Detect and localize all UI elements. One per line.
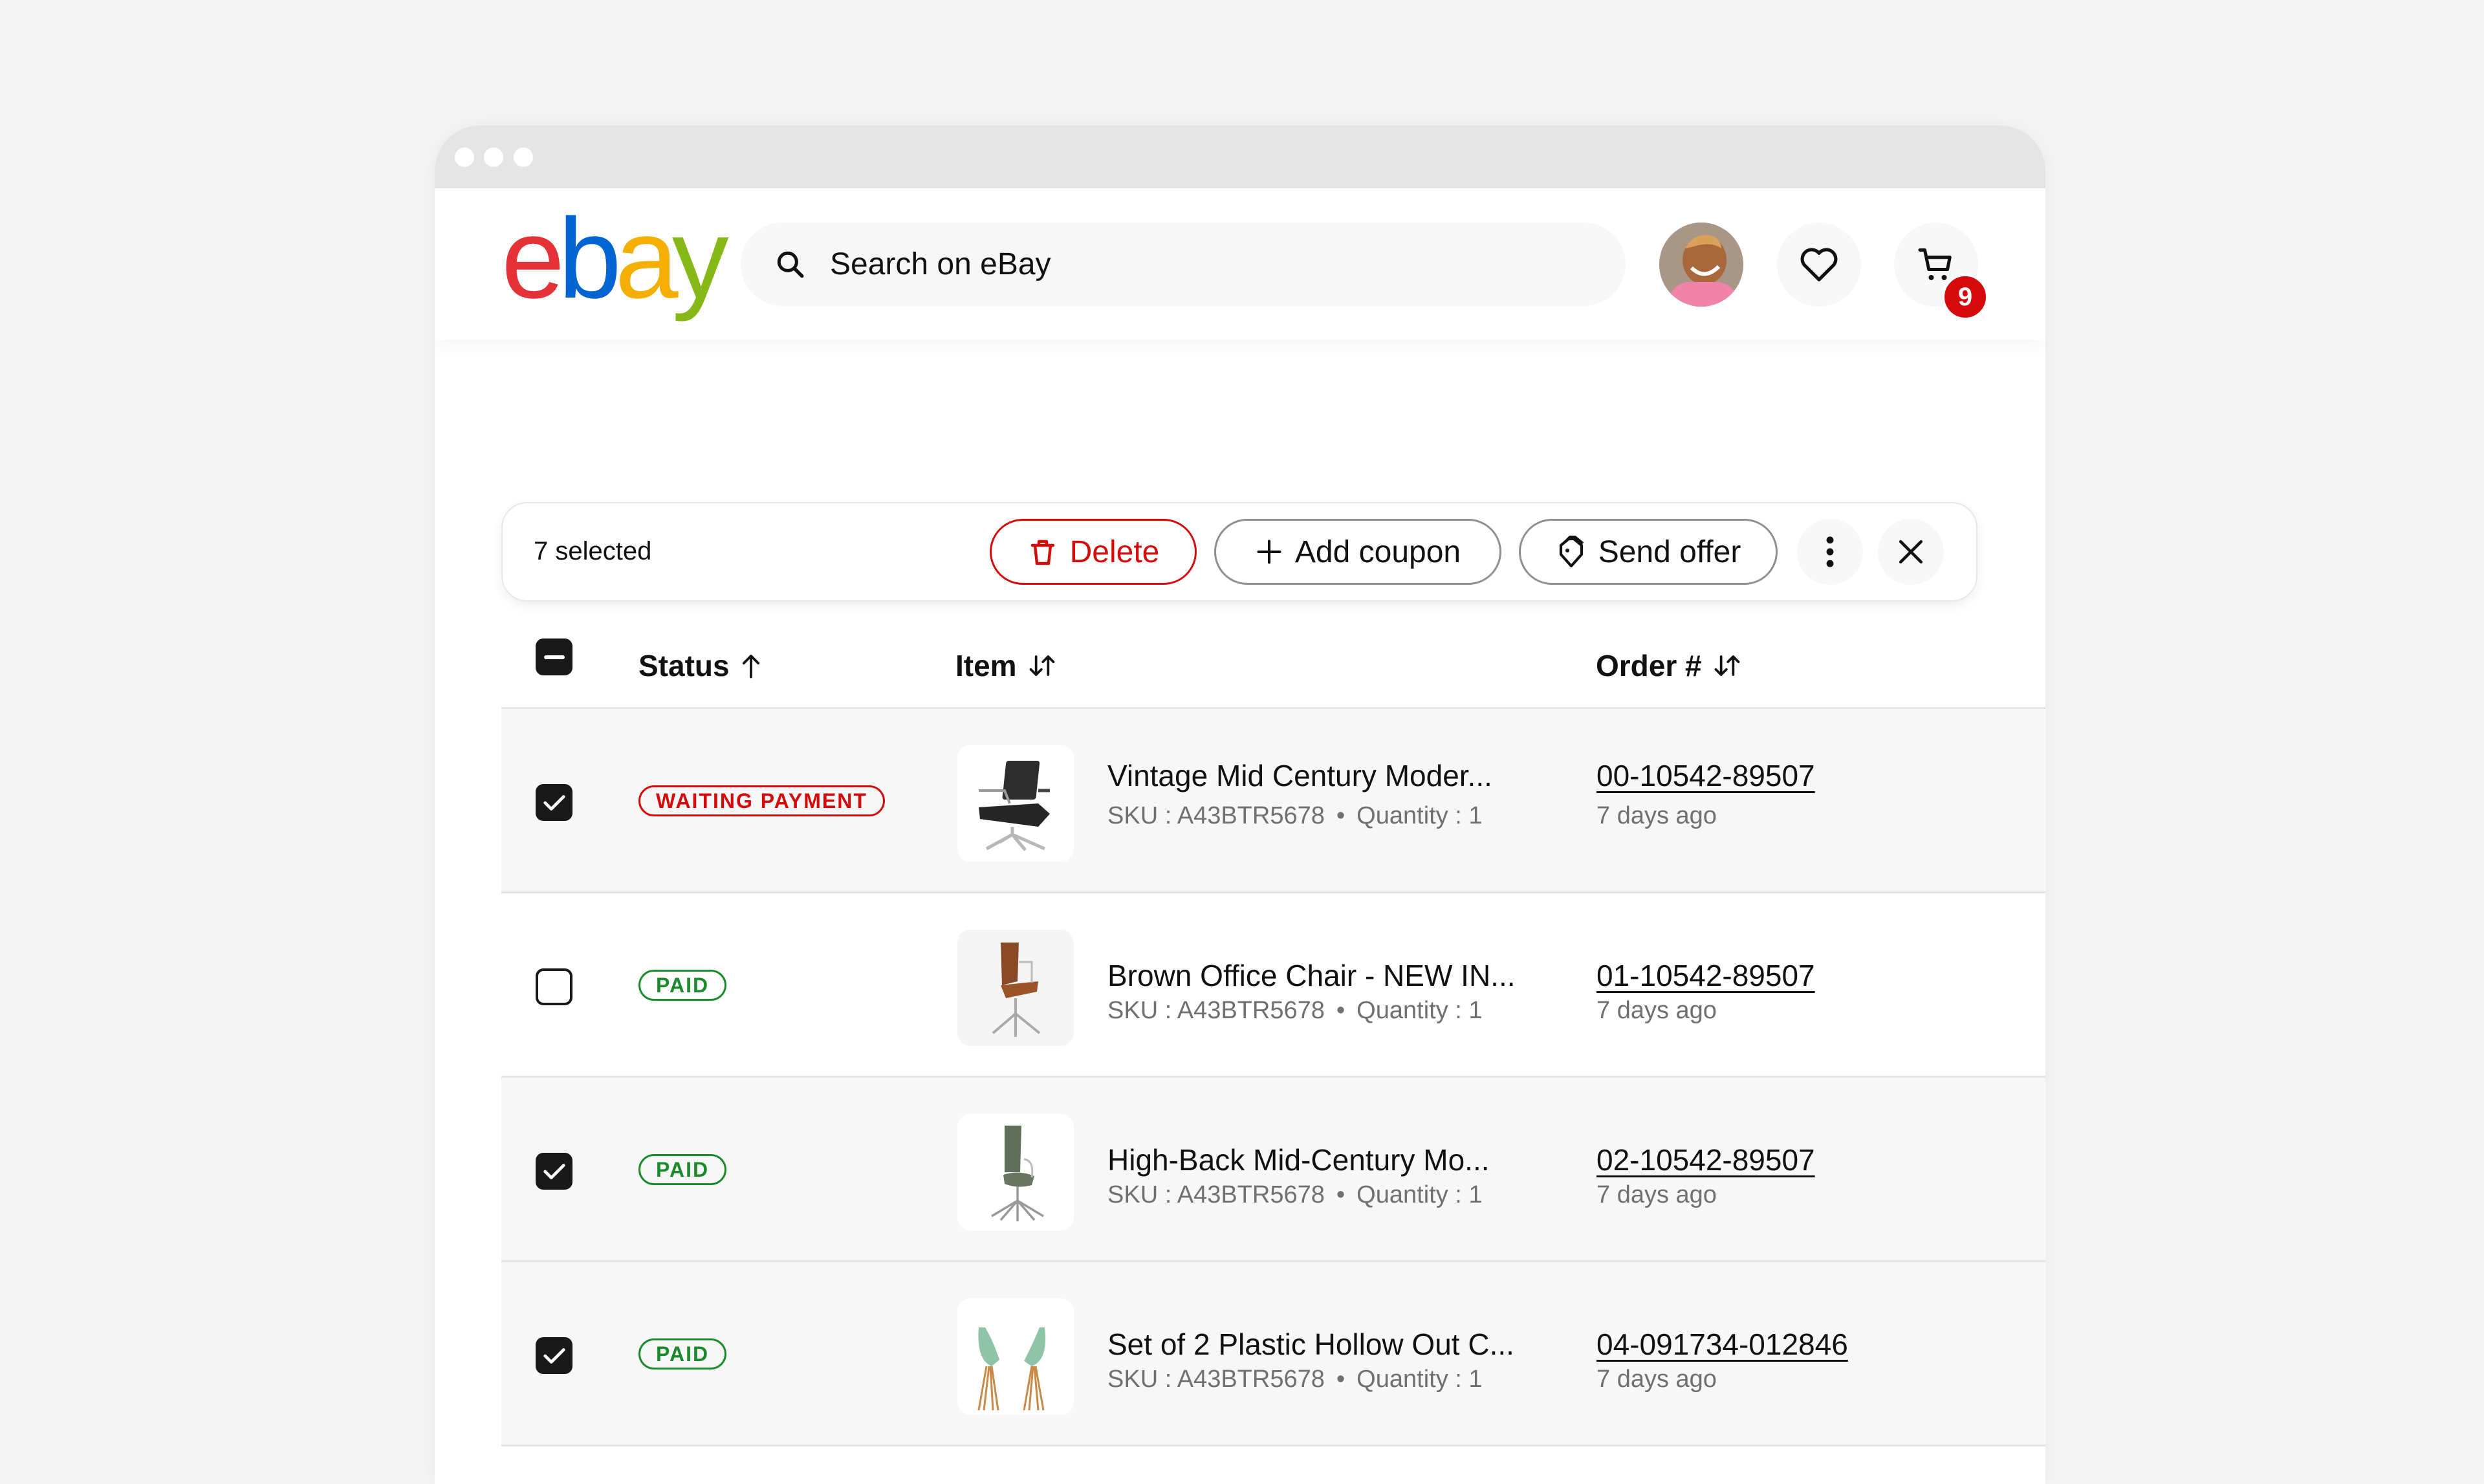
- order-age: 7 days ago: [1596, 1366, 1717, 1393]
- window-control-dot[interactable]: [484, 147, 503, 167]
- plus-icon: [1257, 540, 1281, 564]
- order-age: 7 days ago: [1596, 1181, 1717, 1208]
- row-checkbox[interactable]: [536, 1153, 572, 1190]
- item-meta: SKU : A43BTR5678 • Quantity : 1: [1107, 1181, 1483, 1209]
- item-quantity: Quantity : 1: [1356, 997, 1483, 1024]
- add-coupon-button[interactable]: Add coupon: [1214, 519, 1501, 585]
- item-thumbnail[interactable]: [957, 930, 1074, 1046]
- row-checkbox[interactable]: [536, 968, 572, 1005]
- window-control-dot[interactable]: [455, 147, 474, 167]
- green-highback-chair-image: [991, 1126, 1044, 1221]
- logo-letter-b: b: [558, 195, 622, 322]
- browser-window: ebay Search on eBay 9 7 selected Delete …: [435, 125, 2045, 1484]
- watchlist-button[interactable]: [1777, 223, 1861, 307]
- table-row[interactable]: PAID High-Back Mid-Century Mo... SKU : A…: [501, 1078, 2045, 1262]
- item-thumbnail[interactable]: [957, 745, 1074, 862]
- order-number-link[interactable]: 00-10542-89507: [1596, 758, 1815, 793]
- item-quantity: Quantity : 1: [1356, 1366, 1483, 1393]
- table-row[interactable]: WAITING PAYMENT Vintage Mid Century Mode…: [501, 709, 2045, 893]
- green-plastic-chairs-image: [977, 1327, 1046, 1411]
- sort-icon: [1714, 655, 1740, 676]
- trash-icon: [1030, 540, 1054, 565]
- item-title[interactable]: Brown Office Chair - NEW IN...: [1107, 958, 1516, 993]
- delete-button[interactable]: Delete: [990, 519, 1197, 585]
- column-label: Order #: [1596, 649, 1702, 682]
- check-icon: [543, 1348, 565, 1364]
- item-meta: SKU : A43BTR5678 • Quantity : 1: [1107, 1366, 1483, 1393]
- table-header: Status Item Order #: [501, 621, 2045, 709]
- black-office-chair-image: [979, 761, 1050, 851]
- logo-letter-y: y: [671, 195, 729, 322]
- search-placeholder: Search on eBay: [830, 247, 1051, 281]
- item-sku: SKU : A43BTR5678: [1107, 1181, 1325, 1208]
- check-icon: [543, 1163, 565, 1179]
- row-checkbox[interactable]: [536, 1337, 572, 1374]
- bulk-action-toolbar: 7 selected Delete Add coupon Send offer: [501, 502, 1977, 602]
- separator-dot: •: [1336, 802, 1346, 829]
- status-badge: WAITING PAYMENT: [638, 785, 885, 816]
- separator-dot: •: [1336, 997, 1346, 1024]
- status-badge: PAID: [638, 1154, 727, 1185]
- order-age: 7 days ago: [1596, 997, 1717, 1024]
- status-badge: PAID: [638, 970, 727, 1001]
- check-icon: [543, 794, 565, 811]
- heart-icon: [1800, 248, 1838, 281]
- logo-letter-a: a: [615, 195, 679, 322]
- add-coupon-label: Add coupon: [1294, 534, 1461, 569]
- column-header-order-number[interactable]: Order #: [1596, 648, 1741, 683]
- brown-office-chair-image: [992, 943, 1041, 1037]
- more-actions-button[interactable]: [1797, 519, 1863, 585]
- selected-count: 7 selected: [534, 537, 652, 565]
- sort-ascending-icon: [742, 655, 759, 679]
- column-header-item[interactable]: Item: [955, 648, 1056, 683]
- window-titlebar: [435, 125, 2045, 188]
- clear-selection-button[interactable]: [1878, 519, 1944, 585]
- column-label: Status: [638, 649, 730, 682]
- order-number-link[interactable]: 04-091734-012846: [1596, 1327, 1848, 1362]
- more-vertical-icon: [1826, 536, 1834, 567]
- order-number-link[interactable]: 01-10542-89507: [1596, 958, 1815, 993]
- order-age: 7 days ago: [1596, 802, 1717, 829]
- item-sku: SKU : A43BTR5678: [1107, 802, 1325, 829]
- item-quantity: Quantity : 1: [1356, 802, 1483, 829]
- item-sku: SKU : A43BTR5678: [1107, 1366, 1325, 1393]
- search-input[interactable]: Search on eBay: [741, 223, 1626, 306]
- cart-icon: [1918, 248, 1952, 280]
- cart-count-badge: 9: [1942, 274, 1988, 320]
- separator-dot: •: [1336, 1366, 1346, 1393]
- ebay-logo[interactable]: ebay: [501, 195, 729, 322]
- table-row[interactable]: PAID Set of 2 Plastic Hollow Out C... SK…: [501, 1262, 2045, 1446]
- item-title[interactable]: Set of 2 Plastic Hollow Out C...: [1107, 1327, 1514, 1362]
- select-all-checkbox[interactable]: [536, 638, 572, 675]
- column-header-status[interactable]: Status: [638, 648, 761, 683]
- delete-label: Delete: [1069, 534, 1160, 569]
- indeterminate-icon: [543, 655, 565, 659]
- item-sku: SKU : A43BTR5678: [1107, 997, 1325, 1024]
- item-title[interactable]: High-Back Mid-Century Mo...: [1107, 1142, 1490, 1177]
- window-control-dot[interactable]: [514, 147, 533, 167]
- item-thumbnail[interactable]: [957, 1114, 1074, 1230]
- site-header: ebay Search on eBay 9: [435, 188, 2045, 340]
- price-tag-icon: [1559, 536, 1584, 568]
- item-title[interactable]: Vintage Mid Century Moder...: [1107, 758, 1492, 793]
- avatar-image: [1659, 223, 1743, 307]
- user-avatar[interactable]: [1659, 223, 1743, 307]
- item-thumbnail[interactable]: [957, 1298, 1074, 1415]
- column-label: Item: [955, 649, 1017, 682]
- order-number-link[interactable]: 02-10542-89507: [1596, 1142, 1815, 1177]
- logo-letter-e: e: [501, 195, 565, 322]
- item-meta: SKU : A43BTR5678 • Quantity : 1: [1107, 997, 1483, 1025]
- row-checkbox[interactable]: [536, 784, 572, 821]
- sort-icon: [1029, 655, 1054, 676]
- send-offer-button[interactable]: Send offer: [1519, 519, 1778, 585]
- search-icon: [777, 251, 804, 278]
- status-badge: PAID: [638, 1338, 727, 1369]
- item-meta: SKU : A43BTR5678 • Quantity : 1: [1107, 802, 1483, 830]
- close-icon: [1899, 540, 1923, 564]
- separator-dot: •: [1336, 1181, 1346, 1208]
- table-row[interactable]: PAID Brown Office Chair - NEW IN... SKU …: [501, 893, 2045, 1078]
- item-quantity: Quantity : 1: [1356, 1181, 1483, 1208]
- send-offer-label: Send offer: [1598, 534, 1741, 569]
